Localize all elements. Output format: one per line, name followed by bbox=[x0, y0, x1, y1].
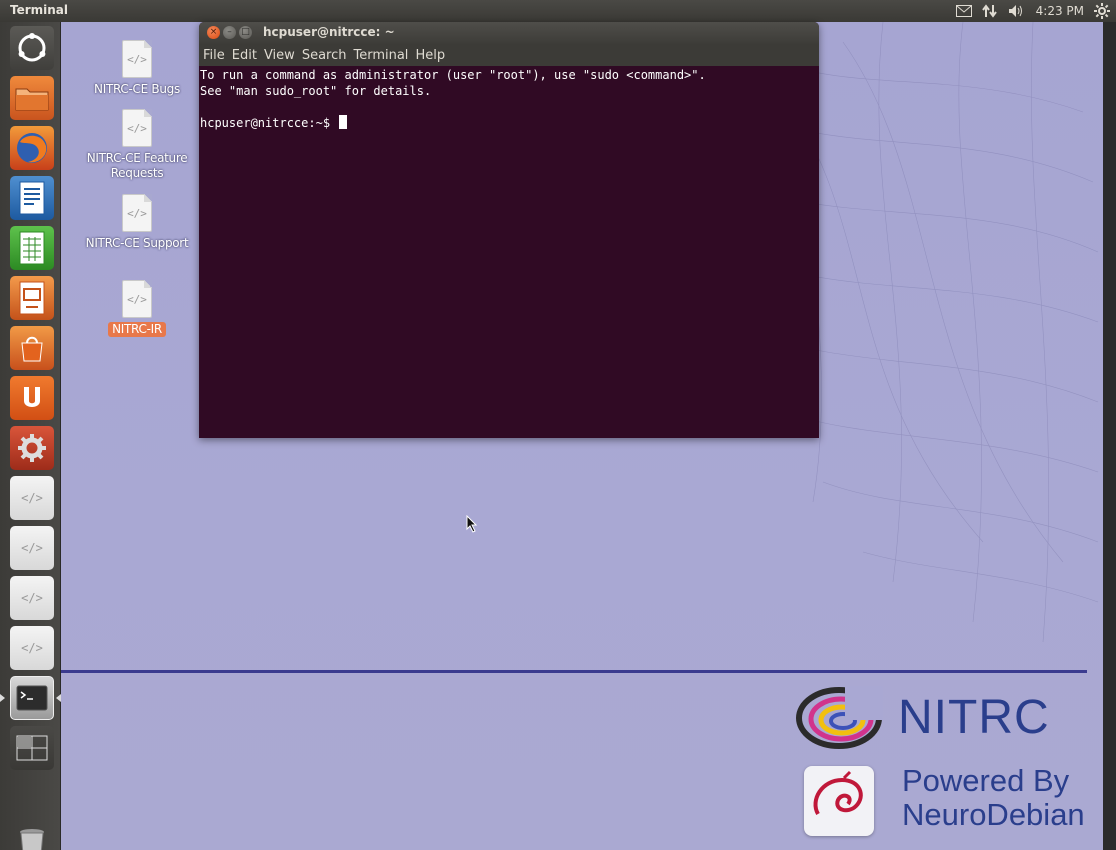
launcher: </> </> </> </> bbox=[0, 22, 61, 850]
menu-edit[interactable]: Edit bbox=[232, 48, 257, 63]
html-file-icon[interactable]: </> bbox=[10, 526, 54, 570]
software-center-icon[interactable] bbox=[10, 326, 54, 370]
desktop-icon-label-selected: NITRC-IR bbox=[108, 322, 166, 337]
desktop-icon-label: NITRC-CE Support bbox=[85, 236, 189, 250]
terminal-prompt: hcpuser@nitrcce:~$ bbox=[200, 115, 338, 130]
trash-icon[interactable] bbox=[10, 818, 54, 850]
maximize-button[interactable]: □ bbox=[239, 26, 252, 39]
html-file-icon[interactable]: </> bbox=[10, 476, 54, 520]
workspace-switcher-icon[interactable] bbox=[10, 726, 54, 770]
html-file-icon[interactable]: </> bbox=[10, 626, 54, 670]
desktop-icon-nitrc-ce-feature-requests[interactable]: </> NITRC-CE Feature Requests bbox=[82, 109, 192, 181]
terminal-prompt-line: hcpuser@nitrcce:~$ bbox=[200, 114, 818, 132]
ubuntu-one-icon[interactable] bbox=[10, 376, 54, 420]
libreoffice-impress-icon[interactable] bbox=[10, 276, 54, 320]
html-file-icon[interactable]: </> bbox=[10, 576, 54, 620]
gear-icon[interactable] bbox=[1094, 2, 1110, 20]
focus-indicator bbox=[56, 694, 61, 702]
terminal-line: See "man sudo_root" for details. bbox=[200, 83, 432, 98]
window-titlebar[interactable]: × – □ hcpuser@nitrcce: ~ bbox=[199, 22, 819, 44]
files-icon[interactable] bbox=[10, 76, 54, 120]
nitrc-wordmark: NITRC bbox=[898, 691, 1050, 744]
close-button[interactable]: × bbox=[207, 26, 220, 39]
desktop-icon-nitrc-ce-bugs[interactable]: </> NITRC-CE Bugs bbox=[82, 40, 192, 97]
libreoffice-calc-icon[interactable] bbox=[10, 226, 54, 270]
running-indicator bbox=[0, 694, 5, 702]
text-cursor bbox=[339, 114, 348, 129]
menu-terminal[interactable]: Terminal bbox=[353, 48, 408, 63]
volume-icon[interactable] bbox=[1008, 2, 1026, 20]
html-file-icon: </> bbox=[122, 280, 152, 318]
html-file-icon: </> bbox=[122, 40, 152, 78]
screen-edge bbox=[1103, 22, 1116, 850]
html-file-icon: </> bbox=[122, 194, 152, 232]
mail-icon[interactable] bbox=[955, 2, 972, 20]
divider-line bbox=[61, 670, 1087, 673]
powered-by-neurodebian: Powered By NeuroDebian bbox=[902, 764, 1085, 832]
top-panel: Terminal 4:23 PM bbox=[0, 0, 1116, 22]
label-line-2: Requests bbox=[110, 166, 164, 180]
terminal-output[interactable]: To run a command as administrator (user … bbox=[199, 66, 819, 133]
libreoffice-writer-icon[interactable] bbox=[10, 176, 54, 220]
html-file-icon: </> bbox=[122, 109, 152, 147]
menu-view[interactable]: View bbox=[264, 48, 295, 63]
terminal-icon[interactable] bbox=[10, 676, 54, 720]
terminal-menubar: File Edit View Search Terminal Help bbox=[199, 44, 819, 66]
dash-home-icon[interactable] bbox=[10, 26, 54, 70]
desktop-icon-nitrc-ir[interactable]: </> NITRC-IR bbox=[82, 280, 192, 337]
firefox-icon[interactable] bbox=[10, 126, 54, 170]
active-app-title: Terminal bbox=[10, 3, 69, 17]
clock[interactable]: 4:23 PM bbox=[1036, 2, 1084, 20]
window-title: hcpuser@nitrcce: ~ bbox=[263, 25, 395, 39]
mouse-pointer-icon bbox=[466, 515, 478, 533]
minimize-button[interactable]: – bbox=[223, 26, 236, 39]
desktop-icon-label: NITRC-CE Bugs bbox=[94, 82, 180, 96]
desktop-icon-nitrc-ce-support[interactable]: </> NITRC-CE Support bbox=[82, 194, 192, 251]
desktop-icon-label: NITRC-CE Feature Requests bbox=[82, 151, 192, 181]
powered-by-label: Powered By bbox=[902, 763, 1070, 798]
terminal-window[interactable]: × – □ hcpuser@nitrcce: ~ File Edit View … bbox=[199, 22, 819, 438]
system-settings-icon[interactable] bbox=[10, 426, 54, 470]
nitrc-logo-icon bbox=[796, 686, 883, 749]
label-line-1: NITRC-CE Feature bbox=[86, 151, 188, 165]
neurodebian-label: NeuroDebian bbox=[902, 797, 1085, 832]
menu-search[interactable]: Search bbox=[302, 48, 347, 63]
network-icon[interactable] bbox=[981, 2, 998, 20]
system-tray: 4:23 PM bbox=[955, 2, 1110, 20]
terminal-line: To run a command as administrator (user … bbox=[200, 68, 706, 82]
menu-file[interactable]: File bbox=[203, 48, 225, 63]
neurodebian-logo-icon bbox=[804, 766, 874, 836]
menu-help[interactable]: Help bbox=[415, 48, 445, 63]
